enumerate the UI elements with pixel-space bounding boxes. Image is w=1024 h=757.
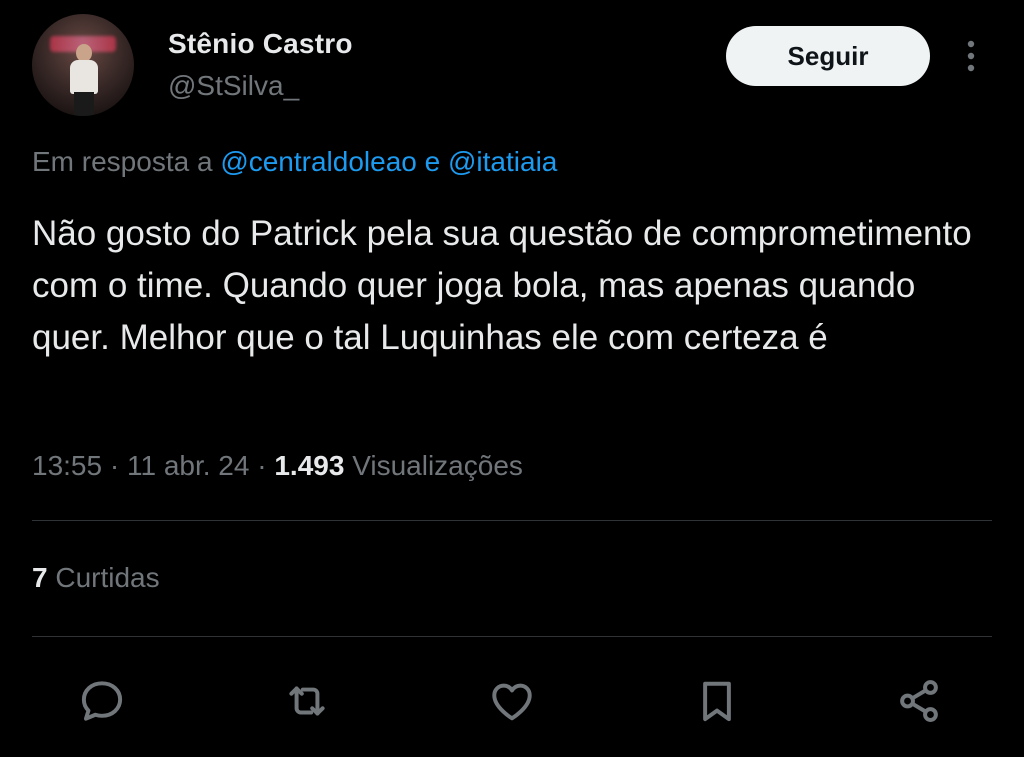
reply-prefix: Em resposta a: [32, 146, 213, 177]
meta-separator: ·: [257, 450, 267, 481]
avatar[interactable]: [32, 14, 134, 116]
reply-context: Em resposta a @centraldoleao e @itatiaia: [32, 146, 557, 178]
mention-link-itatiaia[interactable]: @itatiaia: [448, 146, 557, 177]
tweet-header: Stênio Castro @StSilva_ Seguir: [0, 0, 1024, 130]
retweet-icon: [289, 686, 325, 716]
tweet-text: Não gosto do Patrick pela sua questão de…: [32, 214, 972, 357]
divider: [32, 636, 992, 637]
bookmark-icon: [703, 681, 731, 722]
tweet-time[interactable]: 13:55: [32, 450, 102, 481]
retweet-button[interactable]: [280, 674, 334, 728]
avatar-person-body: [70, 60, 98, 94]
share-button[interactable]: [892, 674, 946, 728]
tweet-date[interactable]: 11 abr. 24: [127, 450, 249, 481]
likes-count: 7: [32, 562, 48, 593]
likes-summary[interactable]: 7 Curtidas: [32, 562, 160, 594]
meta-separator: ·: [109, 450, 120, 481]
tweet-meta: 13:55 · 11 abr. 24 · 1.493 Visualizações: [32, 450, 523, 482]
share-icon: [900, 680, 938, 722]
bookmark-button[interactable]: [690, 674, 744, 728]
mention-link-centraldoleao[interactable]: @centraldoleao: [220, 146, 417, 177]
avatar-person-legs: [74, 92, 94, 116]
heart-icon: [492, 683, 532, 721]
reply-icon: [81, 681, 123, 721]
reply-button[interactable]: [75, 674, 129, 728]
likes-label: Curtidas: [55, 562, 160, 593]
views-label: Visualizações: [352, 450, 523, 481]
views-count: 1.493: [274, 450, 345, 481]
more-vertical-icon: [967, 40, 975, 72]
follow-button[interactable]: Seguir: [726, 26, 930, 86]
author-name[interactable]: Stênio Castro: [168, 28, 353, 60]
mention-joiner: e: [424, 146, 441, 177]
like-button[interactable]: [485, 674, 539, 728]
author-handle[interactable]: @StSilva_: [168, 70, 299, 102]
divider: [32, 520, 992, 521]
more-options-button[interactable]: [958, 38, 984, 74]
